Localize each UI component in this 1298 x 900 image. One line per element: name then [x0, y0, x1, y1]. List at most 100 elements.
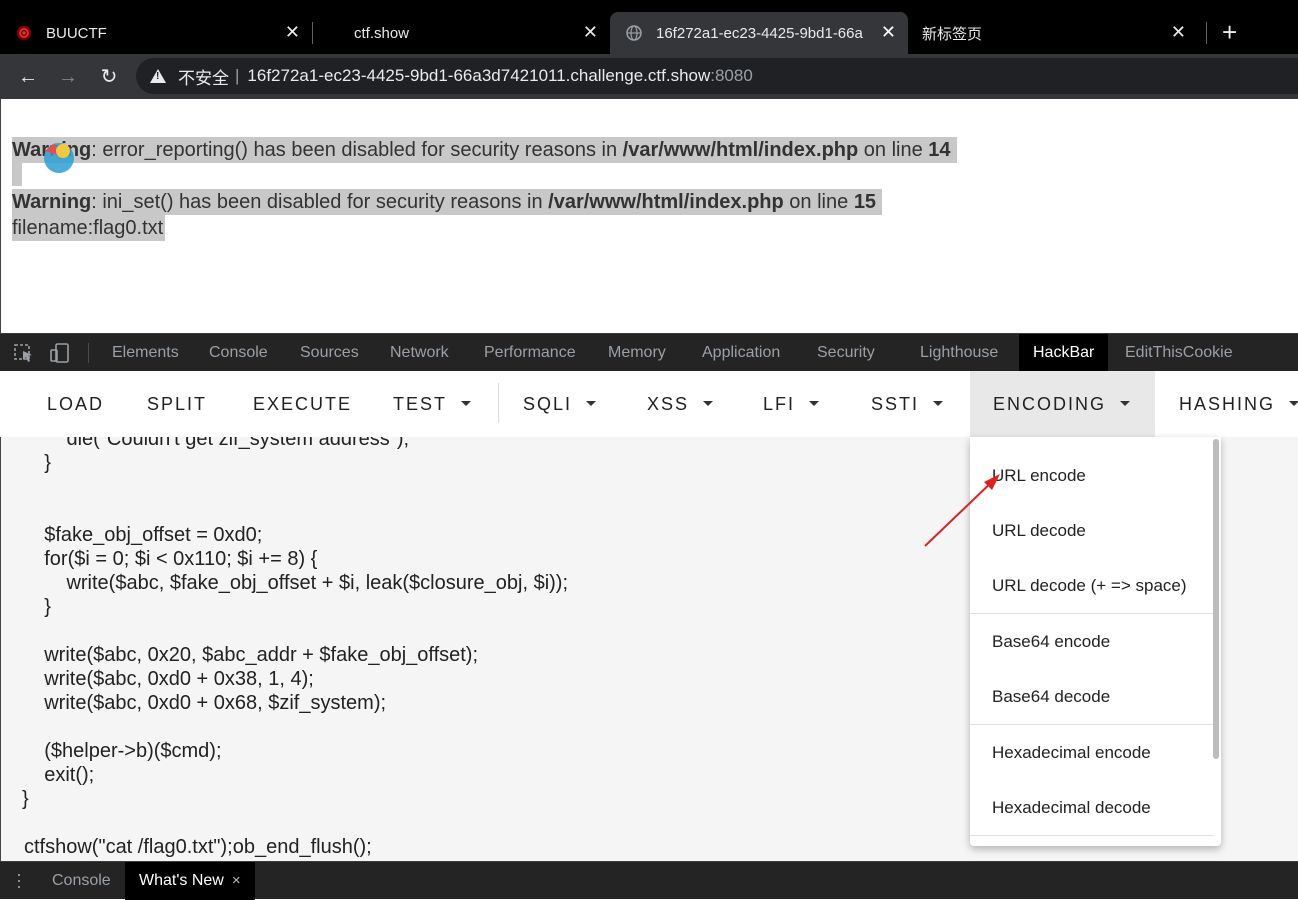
- code-line: write($abc, 0x20, $abc_addr + $fake_obj_…: [22, 644, 479, 666]
- close-tab-icon[interactable]: ✕: [881, 22, 896, 42]
- code-line: die("Couldn't get zif_system address");: [22, 437, 410, 450]
- annotation-arrow-icon: [924, 474, 1000, 547]
- browser-toolbar: ← → ↻ 不安全 | 16f272a1-ec23-4425-9bd1-66a3…: [0, 54, 1298, 99]
- chevron-down-icon: [933, 400, 944, 406]
- tab-elements[interactable]: Elements: [112, 334, 179, 372]
- drawer-tab-console[interactable]: Console: [52, 862, 111, 900]
- tab-memory[interactable]: Memory: [608, 334, 666, 372]
- warning-on-line: on line: [783, 191, 854, 213]
- lfi-label: LFI: [763, 394, 796, 414]
- code-line: for($i = 0; $i < 0x110; $i += 8) {: [22, 548, 318, 570]
- hashing-label: HASHING: [1179, 394, 1276, 414]
- sqli-label: SQLI: [523, 394, 573, 414]
- chevron-down-icon: [1120, 400, 1131, 406]
- devtools-tab-bar: Elements Console Sources Network Perform…: [0, 333, 1298, 372]
- buuctf-favicon-icon: [17, 26, 31, 40]
- tab-performance[interactable]: Performance: [484, 334, 576, 372]
- test-menu-button[interactable]: TEST: [393, 371, 472, 437]
- sqli-menu-button[interactable]: SQLI: [523, 371, 597, 437]
- chevron-down-icon: [586, 400, 597, 406]
- page-viewport: Warning: error_reporting() has been disa…: [0, 99, 1298, 333]
- hackbar-menu-bar: LOAD SPLIT EXECUTE TEST SQLI XSS LFI SST…: [0, 371, 1298, 437]
- menu-item-hex-encode[interactable]: Hexadecimal encode: [992, 743, 1151, 763]
- encoding-label: ENCODING: [993, 394, 1107, 414]
- warning-path: /var/www/html/index.php: [622, 139, 859, 161]
- new-tab-button[interactable]: +: [1222, 18, 1237, 46]
- tab-security[interactable]: Security: [817, 334, 875, 372]
- warning-line-number: 14: [928, 139, 951, 161]
- warning-message: : ini_set() has been disabled for securi…: [91, 191, 549, 213]
- warning-on-line: on line: [858, 139, 929, 161]
- globe-icon: [626, 25, 642, 41]
- encoding-menu-button[interactable]: ENCODING: [970, 371, 1155, 437]
- code-line: ($helper->b)($cmd);: [22, 740, 222, 762]
- lfi-menu-button[interactable]: LFI: [763, 371, 820, 437]
- address-bar[interactable]: 不安全 | 16f272a1-ec23-4425-9bd1-66a3d74210…: [136, 58, 1298, 94]
- tab-editthiscookie[interactable]: EditThisCookie: [1125, 334, 1233, 372]
- forward-button[interactable]: →: [55, 64, 81, 90]
- more-options-icon[interactable]: · · ·: [16, 865, 22, 895]
- highlight-gap: [12, 162, 22, 186]
- extension-overlay-icon[interactable]: [41, 139, 77, 175]
- code-line: write($abc, $fake_obj_offset + $i, leak(…: [22, 572, 569, 594]
- warning-message: : error_reporting() has been disabled fo…: [91, 139, 623, 161]
- menu-divider: [970, 724, 1214, 725]
- menu-divider: [498, 383, 499, 423]
- devtools-drawer-bar: · · · Console What's New ×: [0, 861, 1298, 900]
- code-line: write($abc, 0xd0 + 0x38, 1, 4);: [22, 668, 314, 690]
- browser-tab-strip: BUUCTF ✕ ctf.show ✕ 16f272a1-ec23-4425-9…: [0, 0, 1298, 54]
- dropdown-scrollbar[interactable]: [1213, 439, 1219, 759]
- tab-lighthouse[interactable]: Lighthouse: [920, 334, 998, 372]
- tab-buuctf[interactable]: BUUCTF ✕: [16, 12, 312, 54]
- close-icon[interactable]: ×: [232, 872, 241, 889]
- code-line: }: [22, 596, 51, 618]
- split-button[interactable]: SPLIT: [147, 371, 207, 437]
- menu-item-base64-encode[interactable]: Base64 encode: [992, 632, 1110, 652]
- chevron-down-icon: [461, 400, 472, 406]
- tab-application[interactable]: Application: [702, 334, 780, 372]
- tab-network[interactable]: Network: [390, 334, 449, 372]
- close-tab-icon[interactable]: ✕: [1171, 22, 1186, 42]
- code-line: $fake_obj_offset = 0xd0;: [22, 524, 263, 546]
- tab-console[interactable]: Console: [209, 334, 268, 372]
- close-tab-icon[interactable]: ✕: [583, 22, 598, 42]
- code-line: write($abc, 0xd0 + 0x68, $zif_system);: [22, 692, 387, 714]
- code-line: ctfshow("cat /flag0.txt");ob_end_flush()…: [24, 836, 372, 858]
- tab-divider: [312, 22, 313, 44]
- chevron-down-icon: [1289, 400, 1298, 406]
- inspect-element-icon[interactable]: [13, 343, 35, 363]
- drawer-tab-whats-new[interactable]: What's New ×: [125, 862, 255, 900]
- chevron-down-icon: [809, 400, 820, 406]
- xss-menu-button[interactable]: XSS: [647, 371, 714, 437]
- code-line: }: [22, 452, 51, 474]
- menu-item-url-decode-plus-space[interactable]: URL decode (+ => space): [992, 576, 1187, 596]
- menu-item-base64-decode[interactable]: Base64 decode: [992, 687, 1110, 707]
- load-button[interactable]: LOAD: [47, 371, 104, 437]
- chevron-down-icon: [703, 400, 714, 406]
- back-button[interactable]: ←: [15, 64, 41, 90]
- device-toolbar-icon[interactable]: [49, 343, 71, 363]
- tab-hackbar[interactable]: HackBar: [1019, 334, 1109, 372]
- tab-challenge-active[interactable]: 16f272a1-ec23-4425-9bd1-66a ✕: [610, 12, 908, 54]
- tab-sources[interactable]: Sources: [300, 334, 359, 372]
- url-host: 16f272a1-ec23-4425-9bd1-66a3d7421011.cha…: [247, 66, 711, 85]
- warning-path: /var/www/html/index.php: [548, 191, 784, 213]
- not-secure-warning-icon[interactable]: [150, 69, 166, 83]
- execute-button[interactable]: EXECUTE: [253, 371, 352, 437]
- tab-new-tab-page[interactable]: 新标签页 ✕: [908, 12, 1198, 54]
- php-warning-line: Warning: ini_set() has been disabled for…: [12, 189, 883, 215]
- close-tab-icon[interactable]: ✕: [285, 22, 300, 42]
- menu-divider: [970, 835, 1214, 836]
- menu-item-hex-decode[interactable]: Hexadecimal decode: [992, 798, 1151, 818]
- reload-button[interactable]: ↻: [96, 64, 122, 90]
- tab-divider: [1206, 22, 1207, 44]
- php-warning-line: Warning: error_reporting() has been disa…: [12, 137, 957, 163]
- test-label: TEST: [393, 394, 448, 414]
- drawer-tab-label: What's New: [139, 872, 224, 889]
- security-label[interactable]: 不安全: [178, 64, 229, 89]
- tab-ctfshow[interactable]: ctf.show ✕: [326, 12, 610, 54]
- ssti-menu-button[interactable]: SSTI: [871, 371, 944, 437]
- hashing-menu-button[interactable]: HASHING: [1179, 371, 1298, 437]
- xss-label: XSS: [647, 394, 690, 414]
- tab-title: 16f272a1-ec23-4425-9bd1-66a: [656, 24, 863, 42]
